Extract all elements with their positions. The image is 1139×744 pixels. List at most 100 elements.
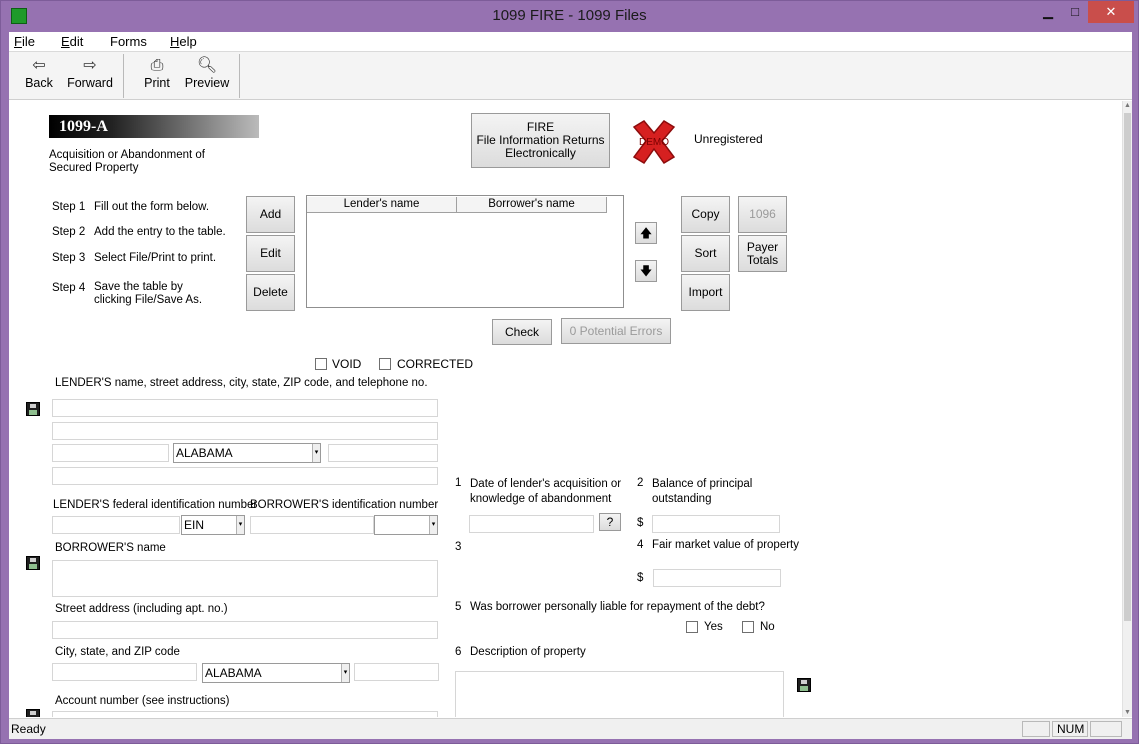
form-1096-button[interactable]: 1096 [738, 196, 787, 233]
lender-address-label: LENDER'S name, street address, city, sta… [55, 377, 428, 389]
form-area: 1099-A Acquisition or Abandonment of Sec… [9, 101, 1132, 717]
lender-fed-id-field[interactable] [52, 516, 180, 534]
move-down-button[interactable]: 🡇 [635, 260, 657, 282]
menu-edit[interactable]: Edit [61, 34, 83, 49]
check-button[interactable]: Check [492, 319, 552, 345]
street-address-label: Street address (including apt. no.) [55, 603, 228, 615]
id-type-select[interactable]: EIN ▾ [181, 515, 245, 535]
printer-icon: ⎙ [150, 57, 164, 74]
step1-text: Fill out the form below. [94, 201, 210, 213]
forward-button[interactable]: ⇨ Forward [64, 56, 116, 96]
lender-street-field[interactable] [52, 422, 438, 440]
box1-date-field[interactable] [469, 515, 594, 533]
borrower-id-type-select[interactable]: ▾ [374, 515, 438, 535]
borrower-zip-field[interactable] [354, 663, 439, 681]
save-description-icon[interactable] [797, 678, 811, 692]
box5-no-label: No [760, 621, 775, 633]
save-borrower-icon[interactable] [26, 556, 40, 570]
arrow-up-icon: 🡅 [639, 225, 653, 240]
step2-number: Step 2 [52, 226, 86, 238]
box5-no-checkbox[interactable] [742, 621, 754, 633]
forward-arrow-icon: ⇨ [83, 57, 97, 74]
toolbar: ⇦ Back ⇨ Forward ⎙ Print 🔍︎ Preview [9, 52, 1132, 100]
close-button[interactable]: ✕ [1088, 1, 1134, 23]
minimize-button[interactable]: ▁ [1033, 1, 1063, 23]
scroll-down-icon[interactable]: ▼ [1124, 709, 1131, 716]
borrower-state-select[interactable]: ALABAMA ▾ [202, 663, 350, 683]
maximize-button[interactable]: □ [1060, 1, 1090, 23]
borrower-name-field[interactable] [52, 560, 438, 597]
move-up-button[interactable]: 🡅 [635, 222, 657, 244]
import-button[interactable]: Import [681, 274, 730, 311]
borrower-city-field[interactable] [52, 663, 197, 681]
entries-table[interactable]: Lender's name Borrower's name [306, 195, 624, 308]
dropdown-arrow-icon: ▾ [341, 664, 349, 682]
borrower-name-header[interactable]: Borrower's name [457, 197, 607, 213]
status-num-indicator: NUM [1052, 721, 1088, 737]
demo-x-icon: DEMO [632, 120, 676, 164]
borrower-street-field[interactable] [52, 621, 438, 639]
registration-status: Unregistered [694, 132, 763, 146]
scrollbar-thumb[interactable] [1124, 113, 1131, 621]
lender-phone-field[interactable] [52, 467, 438, 485]
box2-balance-field[interactable] [652, 515, 780, 533]
window-title: 1099 FIRE - 1099 Files [492, 7, 647, 24]
lender-name-field[interactable] [52, 399, 438, 417]
lender-name-header[interactable]: Lender's name [307, 197, 457, 213]
toolbar-separator [123, 54, 124, 98]
box2-label: Balance of principal outstanding [652, 478, 753, 505]
lender-state-select[interactable]: ALABAMA ▾ [173, 443, 321, 463]
app-window: 1099 FIRE - 1099 Files ▁ □ ✕ File Edit F… [0, 0, 1139, 744]
dropdown-arrow-icon: ▾ [312, 444, 320, 462]
box4-number: 4 [637, 539, 644, 551]
void-label: VOID [332, 357, 362, 371]
scroll-up-icon[interactable]: ▲ [1124, 102, 1131, 109]
edit-button[interactable]: Edit [246, 235, 295, 272]
potential-errors-button[interactable]: 0 Potential Errors [561, 318, 671, 344]
step2-text: Add the entry to the table. [94, 226, 226, 238]
step3-number: Step 3 [52, 252, 86, 264]
step4-number: Step 4 [52, 282, 86, 294]
vertical-scrollbar[interactable]: ▲ ▼ [1122, 101, 1132, 717]
dropdown-arrow-icon: ▾ [429, 516, 437, 534]
fire-button[interactable]: FIRE File Information Returns Electronic… [471, 113, 610, 168]
void-checkbox[interactable] [315, 358, 327, 370]
box1-help-button[interactable]: ? [599, 513, 621, 531]
status-cell-caps [1022, 721, 1050, 737]
borrower-id-field[interactable] [250, 516, 374, 534]
menu-file[interactable]: File [14, 34, 35, 49]
box6-label: Description of property [470, 646, 586, 658]
save-lender-icon[interactable] [26, 402, 40, 416]
borrower-id-label: BORROWER'S identification number [250, 499, 439, 511]
step1-number: Step 1 [52, 201, 86, 213]
account-number-field[interactable] [52, 711, 438, 717]
status-cell-scroll [1090, 721, 1122, 737]
form-title: 1099-A [49, 115, 259, 138]
box6-description-field[interactable] [455, 671, 784, 717]
box5-number: 5 [455, 601, 462, 613]
add-button[interactable]: Add [246, 196, 295, 233]
lender-city-field[interactable] [52, 444, 169, 462]
box1-number: 1 [455, 477, 462, 489]
step3-text: Select File/Print to print. [94, 252, 217, 264]
box4-dollar-sign: $ [637, 572, 644, 584]
title-bar: 1099 FIRE - 1099 Files ▁ □ ✕ [1, 1, 1138, 32]
lender-zip-field[interactable] [328, 444, 438, 462]
copy-button[interactable]: Copy [681, 196, 730, 233]
corrected-checkbox[interactable] [379, 358, 391, 370]
preview-button[interactable]: 🔍︎ Preview [184, 56, 230, 96]
arrow-down-icon: 🡇 [639, 263, 653, 278]
box4-fmv-field[interactable] [653, 569, 781, 587]
delete-button[interactable]: Delete [246, 274, 295, 311]
box4-label: Fair market value of property [652, 539, 800, 551]
back-button[interactable]: ⇦ Back [19, 56, 59, 96]
box1-label: Date of lender's acquisition or knowledg… [470, 478, 622, 505]
menu-help[interactable]: Help [170, 34, 197, 49]
box5-yes-label: Yes [704, 621, 723, 633]
save-account-icon[interactable] [26, 709, 40, 717]
sort-button[interactable]: Sort [681, 235, 730, 272]
payer-totals-button[interactable]: Payer Totals [738, 235, 787, 272]
box5-yes-checkbox[interactable] [686, 621, 698, 633]
menu-forms[interactable]: Forms [110, 34, 147, 49]
print-button[interactable]: ⎙ Print [137, 56, 177, 96]
